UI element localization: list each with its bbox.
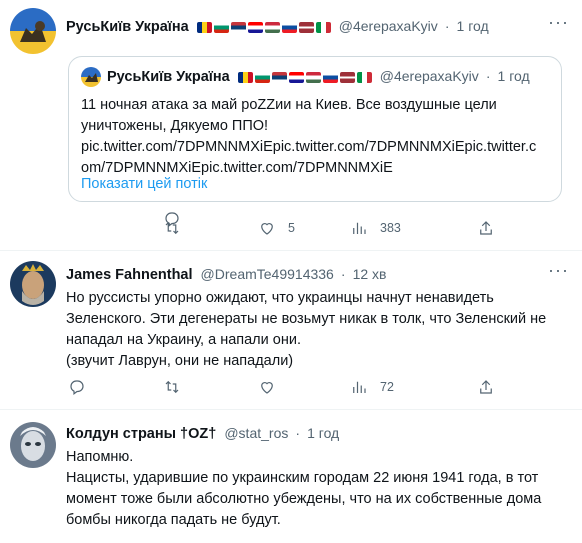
- tweet-text-line: момент тоже были абсолютно убеждены, что…: [66, 491, 542, 507]
- tweet-1[interactable]: РусьКиїв Україна @4erepaxaKyiv · 1 год ·…: [0, 0, 582, 250]
- author-handle[interactable]: @DreamTe49914336: [201, 266, 334, 282]
- views-count: 72: [380, 380, 394, 394]
- quote-text-line: 11 ночная атака за май роZZии на Киев. В…: [81, 97, 497, 113]
- more-options-icon[interactable]: ···: [548, 12, 569, 33]
- views-count: 383: [380, 221, 401, 235]
- separator: ·: [485, 68, 491, 84]
- quote-text-line: pic.twitter.com/7DPMNNMXiEpic.twitter.co…: [81, 139, 537, 155]
- quote-avatar: [81, 67, 101, 87]
- reply-icon: [70, 380, 84, 395]
- separator: ·: [340, 266, 346, 282]
- timestamp[interactable]: 12 хв: [353, 266, 387, 282]
- retweet-button[interactable]: [163, 219, 193, 237]
- tweet-text-line: бомбы никогда падать не будут.: [66, 512, 281, 528]
- heart-icon: [261, 382, 273, 394]
- flag-icons: [196, 22, 331, 33]
- tweet-text-line: нападал на Украину, а напали они.: [66, 332, 301, 348]
- tweet-3[interactable]: Колдун страны †OZ† @stat_ros · 1 год Нап…: [0, 410, 582, 543]
- show-thread-link[interactable]: Показати цей потік: [81, 176, 207, 192]
- more-options-icon[interactable]: ···: [548, 260, 569, 281]
- views-button[interactable]: 72: [350, 378, 394, 396]
- share-button[interactable]: [477, 378, 495, 396]
- author-name[interactable]: Колдун страны †OZ†: [66, 426, 216, 442]
- tweet-text-line: Напомню.: [66, 449, 134, 465]
- quoted-tweet[interactable]: РусьКиїв Україна @4erepaxaKyiv · 1 год 1…: [68, 56, 562, 202]
- share-icon: [480, 221, 492, 235]
- avatar[interactable]: [10, 261, 56, 307]
- tweet-text-line: Нацисты, ударившие по украинским городам…: [66, 470, 539, 486]
- avatar[interactable]: [10, 422, 56, 468]
- heart-icon: [261, 223, 273, 235]
- like-count: 5: [288, 221, 295, 235]
- timestamp[interactable]: 1 год: [457, 18, 489, 34]
- reply-button[interactable]: [68, 378, 98, 396]
- quote-author-name: РусьКиїв Україна: [107, 69, 230, 85]
- author-name[interactable]: РусьКиїв Україна: [66, 19, 189, 35]
- tweet-2[interactable]: James Fahnenthal @DreamTe49914336 · 12 х…: [0, 251, 582, 409]
- like-button[interactable]: 5: [258, 219, 295, 237]
- retweet-icon: [165, 221, 179, 235]
- like-button[interactable]: [258, 378, 288, 396]
- views-button[interactable]: 383: [350, 219, 401, 237]
- quote-timestamp: 1 год: [497, 68, 530, 84]
- timestamp[interactable]: 1 год: [307, 425, 339, 441]
- share-button[interactable]: [477, 219, 495, 237]
- tweet-text-line: Но руссисты упорно ожидают, что украинцы…: [66, 290, 494, 306]
- share-icon: [480, 380, 492, 394]
- avatar[interactable]: [10, 8, 56, 54]
- views-icon: [353, 222, 366, 234]
- separator: ·: [295, 425, 301, 441]
- quote-text-line: уничтожены, Дякуемо ППО!: [81, 118, 269, 134]
- separator: ·: [444, 18, 450, 34]
- quote-author-handle: @4erepaxaKyiv: [379, 68, 479, 84]
- retweet-icon: [165, 380, 179, 394]
- retweet-button[interactable]: [163, 378, 193, 396]
- flag-icons: [237, 72, 372, 83]
- tweet-text-line: (звучит Лаврун, они не нападали): [66, 353, 294, 369]
- views-icon: [353, 381, 366, 393]
- author-handle[interactable]: @stat_ros: [224, 425, 288, 441]
- tweet-text-line: Зеленского. Эти дегенераты не возьмут ни…: [66, 311, 547, 327]
- author-name[interactable]: James Fahnenthal: [66, 267, 193, 283]
- author-handle[interactable]: @4erepaxaKyiv: [339, 18, 438, 34]
